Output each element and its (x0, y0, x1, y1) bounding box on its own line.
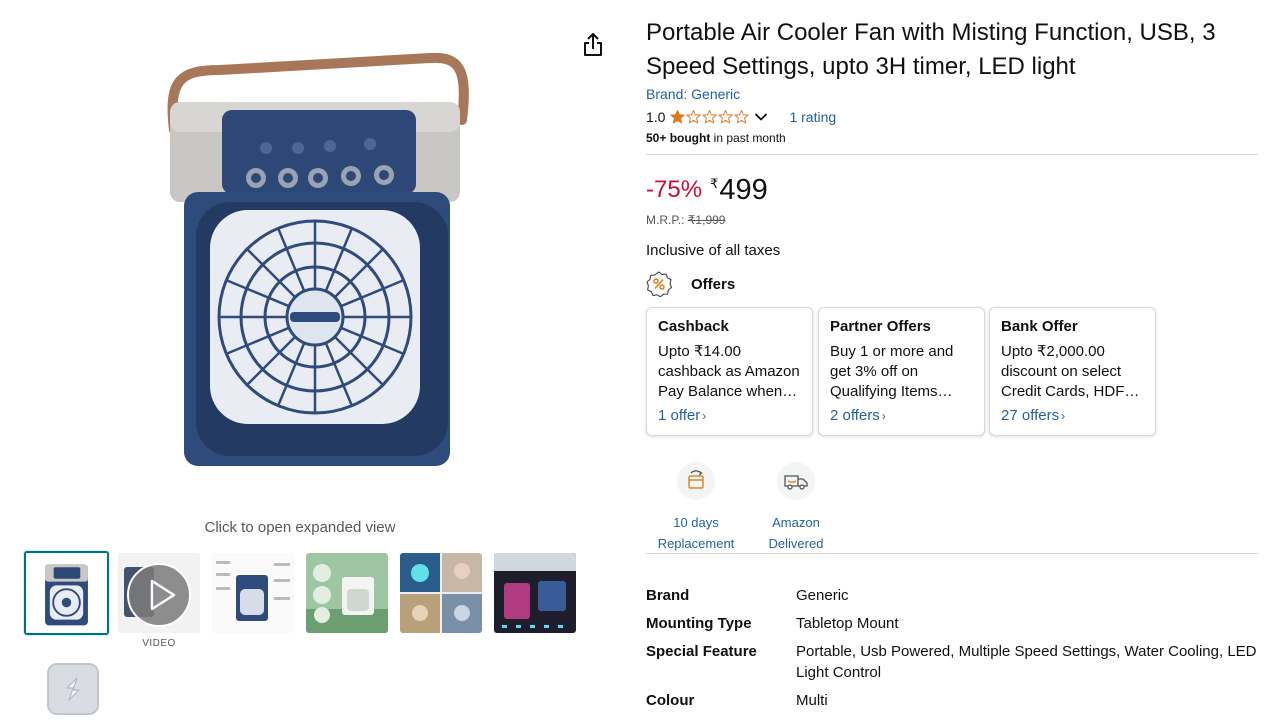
spec-key: Brand (646, 587, 690, 604)
spec-value: Portable, Usb Powered, Multiple Speed Se… (796, 643, 1257, 681)
product-specs-table: Brand Generic Mounting Type Tabletop Mou… (646, 585, 1258, 718)
spec-value: Tabletop Mount (796, 615, 899, 632)
offers-title: Offers (691, 275, 736, 293)
infographic-thumbnail-image (212, 553, 294, 633)
price-row: -75% ₹ 499 (646, 172, 768, 208)
feature-line2: Delivered (768, 536, 824, 551)
mrp-label: M.R.P.: (646, 213, 688, 227)
thumbnail-led-night[interactable] (494, 553, 576, 633)
offer-count-link[interactable]: 2 offers › (830, 407, 973, 425)
main-product-image[interactable] (160, 50, 480, 475)
divider (646, 154, 1258, 155)
delivery-truck-icon-wrap (777, 462, 815, 500)
3d-view-icon (66, 677, 80, 701)
bought-in-past-month: 50+ bought in past month (646, 131, 786, 145)
ratings-count-link[interactable]: 1 rating (789, 109, 836, 125)
offer-card-cashback[interactable]: Cashback Upto ₹14.00 cashback as Amazon … (646, 307, 813, 436)
spec-key: Colour (646, 692, 695, 709)
video-caption: VIDEO (142, 638, 176, 649)
led-lights-thumbnail-image (494, 553, 576, 633)
brand-link[interactable]: Brand: Generic (646, 86, 740, 102)
chevron-right-icon: › (702, 409, 707, 423)
spec-value: Generic (796, 587, 849, 604)
rating-row: 1.0 1 rating (646, 107, 836, 127)
feature-label: Amazon Delivered (746, 512, 846, 554)
replacement-icon (688, 470, 704, 489)
price-amount: 499 (719, 174, 768, 206)
offer-count-label: 27 offers (1001, 407, 1060, 424)
view-in-3d-button[interactable] (47, 663, 99, 715)
bought-suffix: in past month (710, 131, 786, 145)
video-thumbnail-image (118, 553, 200, 633)
offer-title: Cashback (658, 318, 729, 335)
rating-value: 1.0 (646, 109, 666, 125)
spec-key: Special Feature (646, 643, 757, 660)
thumbnail-infographic[interactable] (212, 553, 294, 633)
chevron-right-icon: › (1061, 409, 1066, 423)
thumbnail-lifestyle-green[interactable] (306, 553, 388, 633)
star-empty-icon (718, 109, 734, 124)
collage-thumbnail-image (400, 553, 482, 633)
delivery-truck-icon (784, 475, 808, 490)
spec-row-colour: Colour Multi (646, 690, 1258, 711)
spec-row-mounting-type: Mounting Type Tabletop Mount (646, 613, 1258, 634)
chevron-right-icon: › (881, 409, 886, 423)
feature-replacement[interactable]: 10 days Replacement (646, 462, 746, 554)
chevron-down-icon[interactable] (753, 109, 769, 125)
star-empty-icon (702, 109, 718, 124)
spec-key: Mounting Type (646, 615, 752, 632)
star-empty-icon (686, 109, 702, 124)
divider (646, 553, 1258, 554)
offer-card-partner[interactable]: Partner Offers Buy 1 or more and get 3% … (818, 307, 985, 436)
mrp-row: M.R.P.: ₹1,999 (646, 213, 725, 227)
feature-amazon-delivered[interactable]: Amazon Delivered (746, 462, 846, 554)
spec-row-special-feature: Special Feature Portable, Usb Powered, M… (646, 641, 1258, 683)
offer-description: Upto ₹14.00 cashback as Amazon Pay Balan… (658, 343, 800, 400)
tax-note: Inclusive of all taxes (646, 242, 781, 259)
thumbnail-main-product[interactable] (24, 551, 109, 635)
currency-symbol: ₹ (710, 176, 719, 191)
share-button[interactable] (580, 30, 606, 60)
expanded-view-hint: Click to open expanded view (204, 519, 396, 536)
offer-title: Partner Offers (830, 318, 931, 335)
feature-label: 10 days Replacement (646, 512, 746, 554)
offers-header: Offers (646, 271, 735, 297)
spec-row-brand: Brand Generic (646, 585, 1258, 606)
replacement-icon-wrap (677, 462, 715, 500)
star-rating[interactable] (669, 109, 750, 125)
feature-line1: Amazon (772, 515, 820, 530)
offer-count-label: 2 offers (830, 407, 880, 424)
feature-line2: Replacement (657, 536, 735, 551)
bought-count: 50+ bought (646, 131, 711, 145)
offer-title: Bank Offer (1001, 318, 1078, 335)
offer-description: Upto ₹2,000.00 discount on select Credit… (1001, 343, 1136, 400)
star-empty-icon (734, 109, 750, 124)
feature-line1: 10 days (673, 515, 719, 530)
star-filled-icon (670, 109, 686, 124)
offer-count-link[interactable]: 1 offer › (658, 407, 801, 425)
discount-percentage: -75% (646, 176, 703, 203)
thumbnail-collage[interactable] (400, 553, 482, 633)
offer-card-bank[interactable]: Bank Offer Upto ₹2,000.00 discount on se… (989, 307, 1156, 436)
thumbnail-video[interactable] (118, 553, 200, 633)
offer-description: Buy 1 or more and get 3% off on Qualifyi… (830, 343, 954, 400)
spec-value: Multi (796, 692, 828, 709)
air-cooler-fan-image (167, 52, 469, 466)
offers-percent-badge-icon (646, 271, 672, 297)
lifestyle-thumbnail-image (306, 553, 388, 633)
product-title: Portable Air Cooler Fan with Misting Fun… (646, 19, 1216, 80)
offer-count-link[interactable]: 27 offers › (1001, 407, 1144, 425)
mrp-value: ₹1,999 (687, 213, 726, 227)
offer-count-label: 1 offer (658, 407, 701, 424)
air-cooler-thumbnail-image (26, 553, 107, 633)
share-icon (584, 33, 602, 56)
